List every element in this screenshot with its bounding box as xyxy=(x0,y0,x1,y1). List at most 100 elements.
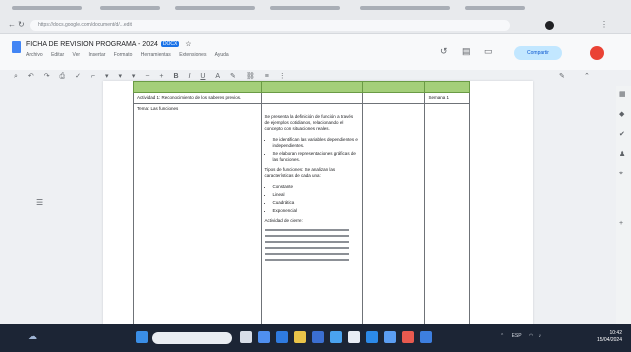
address-bar[interactable]: https://docs.google.com/document/d/...ed… xyxy=(30,20,510,31)
comment-icon[interactable]: ▤ xyxy=(462,46,471,57)
menu-icon[interactable]: ⋮ xyxy=(600,19,608,31)
highlight-icon[interactable]: ✎ xyxy=(230,72,236,80)
document-title-row: FICHA DE REVISION PROGRAMA - 2024 DOCX ☆ xyxy=(26,40,192,48)
zoom-select[interactable]: ▾ xyxy=(105,72,109,80)
table-cell[interactable]: Semana 1 xyxy=(424,92,470,104)
file-explorer-icon[interactable] xyxy=(294,331,306,343)
menu-help[interactable]: Ayuda xyxy=(215,52,229,58)
video-call-icon[interactable]: ▭ xyxy=(484,46,493,57)
menu-insert[interactable]: Insertar xyxy=(88,52,105,58)
print-icon[interactable]: ⎙ xyxy=(60,73,66,81)
document-page[interactable]: Actividad 1: Reconocimiento de los saber… xyxy=(103,81,533,332)
table-cell[interactable] xyxy=(361,103,426,332)
menu-view[interactable]: Ver xyxy=(73,52,81,58)
editing-mode-icon[interactable]: ✎ xyxy=(559,72,565,80)
star-icon[interactable]: ☆ xyxy=(185,41,191,48)
table-cell[interactable]: Tema: Las funciones xyxy=(133,103,262,332)
menu-edit[interactable]: Editar xyxy=(51,52,64,58)
search-menu-icon[interactable]: ⌕ xyxy=(14,73,18,81)
table-cell[interactable]: Actividad 1: Reconocimiento de los saber… xyxy=(133,92,262,104)
back-icon[interactable]: ← xyxy=(8,19,16,31)
cell-paragraph: Actividad de cierre: xyxy=(264,218,303,223)
avatar[interactable] xyxy=(590,46,604,60)
list-item: Exponencial xyxy=(273,208,359,214)
more-options-icon[interactable]: ⋮ xyxy=(279,72,286,80)
history-icon[interactable]: ↺ xyxy=(440,46,448,57)
volume-icon[interactable]: ♪ xyxy=(539,333,542,339)
word-app-icon[interactable] xyxy=(312,331,324,343)
pinned-app-icon[interactable] xyxy=(402,331,414,343)
wifi-icon[interactable]: ◠ xyxy=(529,333,533,339)
list-item: Se elaboran representaciones gráficas de… xyxy=(273,151,359,163)
add-addon-icon[interactable]: + xyxy=(619,220,623,227)
menu-extensions[interactable]: Extensiones xyxy=(179,52,206,58)
file-type-badge: DOCX xyxy=(160,41,180,48)
document-title[interactable]: FICHA DE REVISION PROGRAMA - 2024 xyxy=(26,41,158,48)
widgets-icon[interactable]: ☁ xyxy=(28,331,37,342)
tasks-icon[interactable]: ✔ xyxy=(619,130,625,138)
link-icon[interactable]: ⛓ xyxy=(246,72,255,80)
tab-strip xyxy=(0,0,631,16)
redo-icon[interactable]: ↷ xyxy=(44,72,50,80)
photos-app-icon[interactable] xyxy=(366,331,378,343)
chrome-app-icon[interactable] xyxy=(258,331,270,343)
reload-icon[interactable]: ↻ xyxy=(18,19,25,31)
browser-tab[interactable] xyxy=(12,6,82,10)
taskbar-search[interactable] xyxy=(152,332,232,344)
font-size-decrease-icon[interactable]: − xyxy=(145,73,149,80)
clock-date: 15/04/2024 xyxy=(596,337,622,343)
illegible-text-lines xyxy=(264,229,359,261)
font-select[interactable]: ▾ xyxy=(132,72,136,80)
table-row: Actividad 1: Reconocimiento de los saber… xyxy=(133,92,470,104)
paint-format-icon[interactable]: ⌐ xyxy=(91,73,95,80)
menu-bar: Archivo Editar Ver Insertar Formato Herr… xyxy=(26,52,236,58)
underline-icon[interactable]: U xyxy=(200,73,205,80)
lesson-table: Actividad 1: Reconocimiento de los saber… xyxy=(133,81,470,332)
menu-format[interactable]: Formato xyxy=(114,52,133,58)
task-view-icon[interactable] xyxy=(240,331,252,343)
teams-app-icon[interactable] xyxy=(384,331,396,343)
italic-icon[interactable]: I xyxy=(188,73,190,80)
font-size-increase-icon[interactable]: + xyxy=(159,73,163,80)
table-cell[interactable] xyxy=(361,92,426,104)
list-item: Constante xyxy=(273,184,359,190)
menu-tools[interactable]: Herramientas xyxy=(141,52,171,58)
document-outline-icon[interactable]: ☰ xyxy=(36,198,43,207)
contacts-icon[interactable]: ♟ xyxy=(619,150,625,158)
profile-icon[interactable] xyxy=(545,21,554,30)
browser-tab[interactable] xyxy=(360,6,450,10)
start-icon[interactable] xyxy=(136,331,148,343)
store-app-icon[interactable] xyxy=(330,331,342,343)
list-item: Se identifican las variables dependiente… xyxy=(273,137,359,149)
maps-icon[interactable]: ⌖ xyxy=(619,170,623,178)
bold-icon[interactable]: B xyxy=(173,73,178,80)
text-color-icon[interactable]: A xyxy=(215,73,220,80)
table-header-cell xyxy=(424,81,470,93)
browser-tab[interactable] xyxy=(465,6,525,10)
side-panel: ▦ ◆ ✔ ♟ ⌖ + xyxy=(616,86,631,324)
menu-file[interactable]: Archivo xyxy=(26,52,43,58)
mail-app-icon[interactable] xyxy=(348,331,360,343)
language-indicator[interactable]: ESP xyxy=(512,333,522,339)
style-select[interactable]: ▾ xyxy=(118,72,122,80)
browser-tab[interactable] xyxy=(100,6,160,10)
table-cell[interactable]: Se presenta la definición de función a t… xyxy=(260,103,363,332)
collapse-toolbar-icon[interactable]: ⌃ xyxy=(584,72,590,80)
browser-tab[interactable] xyxy=(175,6,255,10)
share-button[interactable]: Compartir xyxy=(514,46,562,60)
table-header-cell xyxy=(260,81,363,93)
table-cell[interactable] xyxy=(260,92,363,104)
spellcheck-icon[interactable]: ✓ xyxy=(75,72,81,80)
browser-tab[interactable] xyxy=(270,6,340,10)
calendar-icon[interactable]: ▦ xyxy=(619,90,626,98)
tray-chevron-icon[interactable]: ⌃ xyxy=(500,333,504,339)
undo-icon[interactable]: ↶ xyxy=(28,72,34,80)
edge-app-icon[interactable] xyxy=(276,331,288,343)
align-icon[interactable]: ≡ xyxy=(265,73,269,80)
bullet-list: Se identifican las variables dependiente… xyxy=(273,137,359,163)
pinned-app-icon[interactable] xyxy=(420,331,432,343)
keep-icon[interactable]: ◆ xyxy=(619,110,624,118)
clock[interactable]: 10:42 15/04/2024 xyxy=(590,330,622,344)
docs-logo-icon[interactable] xyxy=(12,41,21,53)
table-cell[interactable] xyxy=(424,103,470,332)
